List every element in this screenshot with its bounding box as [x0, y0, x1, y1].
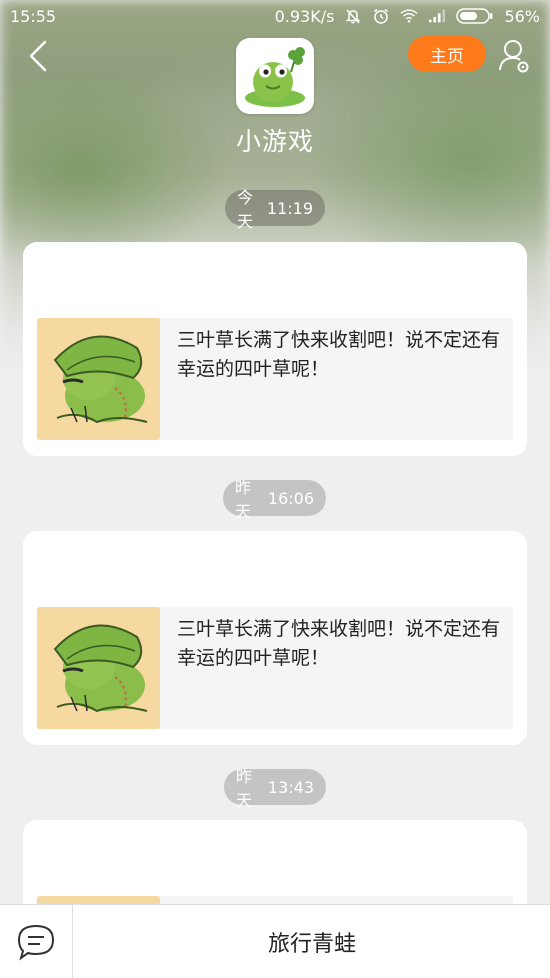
time-day: 今天	[237, 188, 254, 231]
back-button[interactable]	[20, 38, 56, 74]
time-pill: 昨天 16:06	[223, 478, 326, 521]
profile-settings-button[interactable]	[496, 36, 532, 76]
message-card: 三叶草长满了快来收割吧！说不定还有幸运的四叶草呢！	[23, 531, 527, 745]
time-day: 昨天	[236, 767, 253, 810]
user-settings-icon	[499, 40, 529, 73]
wifi-icon	[400, 7, 418, 25]
message-content[interactable]: 三叶草长满了快来收割吧！说不定还有幸运的四叶草呢！	[37, 318, 513, 440]
time-clock: 11:19	[266, 198, 313, 218]
message-text: 三叶草长满了快来收割吧！说不定还有幸运的四叶草呢！	[177, 329, 501, 380]
frog-thumbnail	[37, 607, 160, 729]
bottom-bar: 旅行青蛙	[0, 904, 550, 978]
frog-thumbnail	[37, 318, 160, 440]
time-clock: 16:06	[267, 488, 314, 508]
home-button[interactable]: 主页	[408, 36, 486, 72]
battery-icon	[456, 7, 494, 25]
alarm-icon	[372, 7, 390, 25]
chat-button[interactable]	[0, 905, 73, 978]
time-clock: 13:43	[267, 777, 314, 797]
time-pill: 今天 11:19	[225, 188, 325, 231]
message-content[interactable]: 三叶草长满了快来收割吧！说不定还有幸运的四叶草呢！	[37, 607, 513, 729]
battery-level: 56%	[504, 6, 540, 26]
message-card: 三叶草长满了快来收割吧！说不定还有幸运的四叶草呢！	[23, 242, 527, 456]
message-text: 三叶草长满了快来收割吧！说不定还有幸运的四叶草呢！	[177, 618, 501, 669]
time-pill: 昨天 13:43	[224, 767, 326, 810]
chevron-left-icon	[29, 40, 47, 72]
status-bar: 15:55 0.93K/s 56%	[0, 0, 550, 32]
chat-bubble-icon	[17, 924, 55, 960]
network-speed: 0.93K/s	[274, 6, 335, 26]
status-time: 15:55	[10, 6, 57, 26]
page-title: 小游戏	[235, 127, 314, 156]
menu-button-travel-frog[interactable]: 旅行青蛙	[74, 905, 550, 978]
status-right: 0.93K/s 56%	[275, 7, 540, 26]
app-icon	[236, 38, 314, 114]
mute-bell-icon	[344, 7, 362, 25]
time-day: 昨天	[235, 478, 252, 521]
signal-icon	[428, 7, 446, 25]
